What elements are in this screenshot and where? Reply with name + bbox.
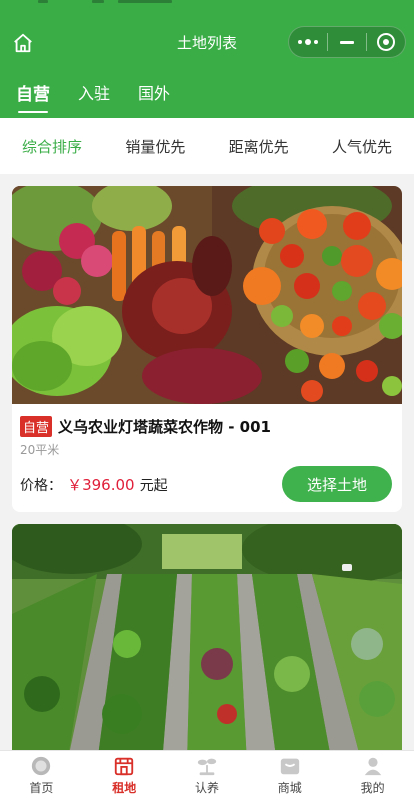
sort-popularity[interactable]: 人气优先 [332,136,392,157]
close-button[interactable] [367,27,405,57]
minus-icon [340,40,354,44]
sort-bar: 综合排序 销量优先 距离优先 人气优先 [0,118,414,174]
tab-foreign[interactable]: 国外 [138,80,170,113]
nav-mine[interactable]: 我的 [331,751,414,800]
sprout-icon [196,755,218,777]
nav-label: 首页 [29,781,54,795]
garden-photo [12,524,402,764]
tab-settled[interactable]: 入驻 [78,80,110,113]
nav-mall[interactable]: 商城 [248,751,331,800]
vegetables-photo [12,186,402,404]
nav-label: 商城 [277,781,302,795]
land-area: 20平米 [20,443,60,457]
home-icon [30,755,52,777]
price-label: 价格： [20,477,62,494]
target-icon [377,33,395,51]
land-name: 义乌农业灯塔蔬菜农作物 - 001 [58,418,271,436]
minimize-button[interactable] [328,27,366,57]
bottom-nav: 首页 租地 认养 商城 我的 [0,750,414,800]
select-land-button[interactable]: 选择土地 [282,466,392,502]
user-icon [362,755,384,777]
status-strip [0,0,414,8]
nav-rent-land[interactable]: 租地 [83,751,166,800]
more-button[interactable] [289,27,327,57]
header: 土地列表 自营 入驻 国外 [0,0,414,118]
nav-label: 认养 [194,781,219,795]
store-icon [279,755,301,777]
nav-label: 租地 [112,781,137,795]
price-suffix: 元起 [139,477,168,494]
capsule-menu [288,26,406,58]
more-icon [298,39,318,45]
nav-label: 我的 [360,781,385,795]
price-info: 价格： ￥396.00 元起 [20,474,168,495]
sort-sales[interactable]: 销量优先 [125,136,185,157]
source-tabs: 自营 入驻 国外 [16,80,198,113]
self-operated-badge: 自营 [20,416,53,437]
land-card[interactable]: 自营 义乌农业灯塔蔬菜农作物 - 001 20平米 价格： ￥396.00 元起… [12,186,402,512]
price-value: ￥396.00 [67,475,135,494]
land-card[interactable] [12,524,402,764]
sort-comprehensive[interactable]: 综合排序 [22,136,82,157]
tab-self[interactable]: 自营 [16,80,50,113]
shop-icon [113,755,135,777]
nav-adopt[interactable]: 认养 [166,751,249,800]
nav-home[interactable]: 首页 [0,751,83,800]
sort-distance[interactable]: 距离优先 [229,136,289,157]
